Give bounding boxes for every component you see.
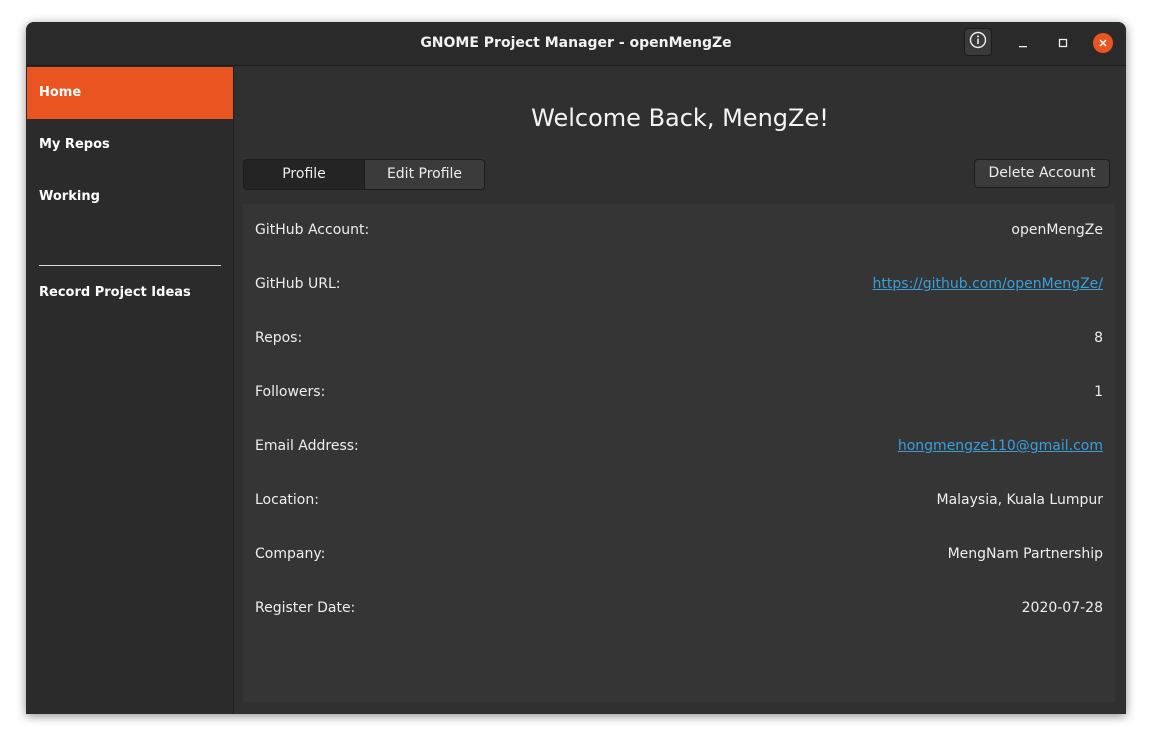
minimize-icon	[1017, 34, 1029, 53]
row-label: Repos:	[255, 330, 303, 346]
main-content: Welcome Back, MengZe! Profile Edit Profi…	[234, 66, 1126, 714]
row-value: Malaysia, Kuala Lumpur	[936, 492, 1103, 508]
profile-row-repos: Repos: 8	[255, 326, 1103, 350]
profile-row-location: Location: Malaysia, Kuala Lumpur	[255, 488, 1103, 512]
row-value: openMengZe	[1011, 222, 1103, 238]
sidebar-divider	[39, 265, 221, 266]
row-label: GitHub Account:	[255, 222, 370, 238]
close-icon	[1093, 33, 1113, 53]
sidebar: Home My Repos Working Record Project Ide…	[26, 66, 234, 714]
profile-row-github-account: GitHub Account: openMengZe	[255, 218, 1103, 242]
row-label: Followers:	[255, 384, 326, 400]
row-value: 2020-07-28	[1021, 600, 1103, 616]
row-label: GitHub URL:	[255, 276, 341, 292]
window-title: GNOME Project Manager - openMengZe	[420, 35, 732, 51]
profile-info-panel: GitHub Account: openMengZe GitHub URL: h…	[243, 204, 1115, 702]
title-bar[interactable]: GNOME Project Manager - openMengZe	[26, 22, 1126, 66]
close-button[interactable]	[1092, 32, 1114, 54]
sidebar-item-home[interactable]: Home	[27, 67, 233, 119]
about-button[interactable]	[964, 28, 992, 56]
profile-row-company: Company: MengNam Partnership	[255, 542, 1103, 566]
row-label: Register Date:	[255, 600, 356, 616]
row-label: Location:	[255, 492, 319, 508]
row-label: Email Address:	[255, 438, 359, 454]
maximize-icon	[1057, 34, 1069, 53]
row-value: 1	[1094, 384, 1103, 400]
profile-row-email: Email Address: hongmengze110@gmail.com	[255, 434, 1103, 458]
sidebar-item-my-repos[interactable]: My Repos	[27, 119, 233, 171]
maximize-button[interactable]	[1052, 32, 1074, 54]
profile-tab-switcher: Profile Edit Profile	[243, 159, 485, 190]
info-icon	[969, 31, 987, 53]
tab-edit-profile[interactable]: Edit Profile	[364, 160, 484, 189]
app-window: GNOME Project Manager - openMengZe Home …	[26, 22, 1126, 714]
github-url-link[interactable]: https://github.com/openMengZe/	[873, 276, 1103, 292]
sidebar-item-working[interactable]: Working	[27, 171, 233, 223]
delete-account-button[interactable]: Delete Account	[974, 159, 1110, 188]
welcome-heading: Welcome Back, MengZe!	[531, 104, 829, 132]
sidebar-item-record-project-ideas[interactable]: Record Project Ideas	[27, 267, 233, 319]
tab-profile[interactable]: Profile	[244, 160, 364, 189]
minimize-button[interactable]	[1012, 32, 1034, 54]
row-value: MengNam Partnership	[947, 546, 1103, 562]
row-value: 8	[1094, 330, 1103, 346]
row-label: Company:	[255, 546, 326, 562]
email-link[interactable]: hongmengze110@gmail.com	[898, 438, 1103, 454]
profile-row-github-url: GitHub URL: https://github.com/openMengZ…	[255, 272, 1103, 296]
profile-row-register-date: Register Date: 2020-07-28	[255, 596, 1103, 620]
profile-row-followers: Followers: 1	[255, 380, 1103, 404]
